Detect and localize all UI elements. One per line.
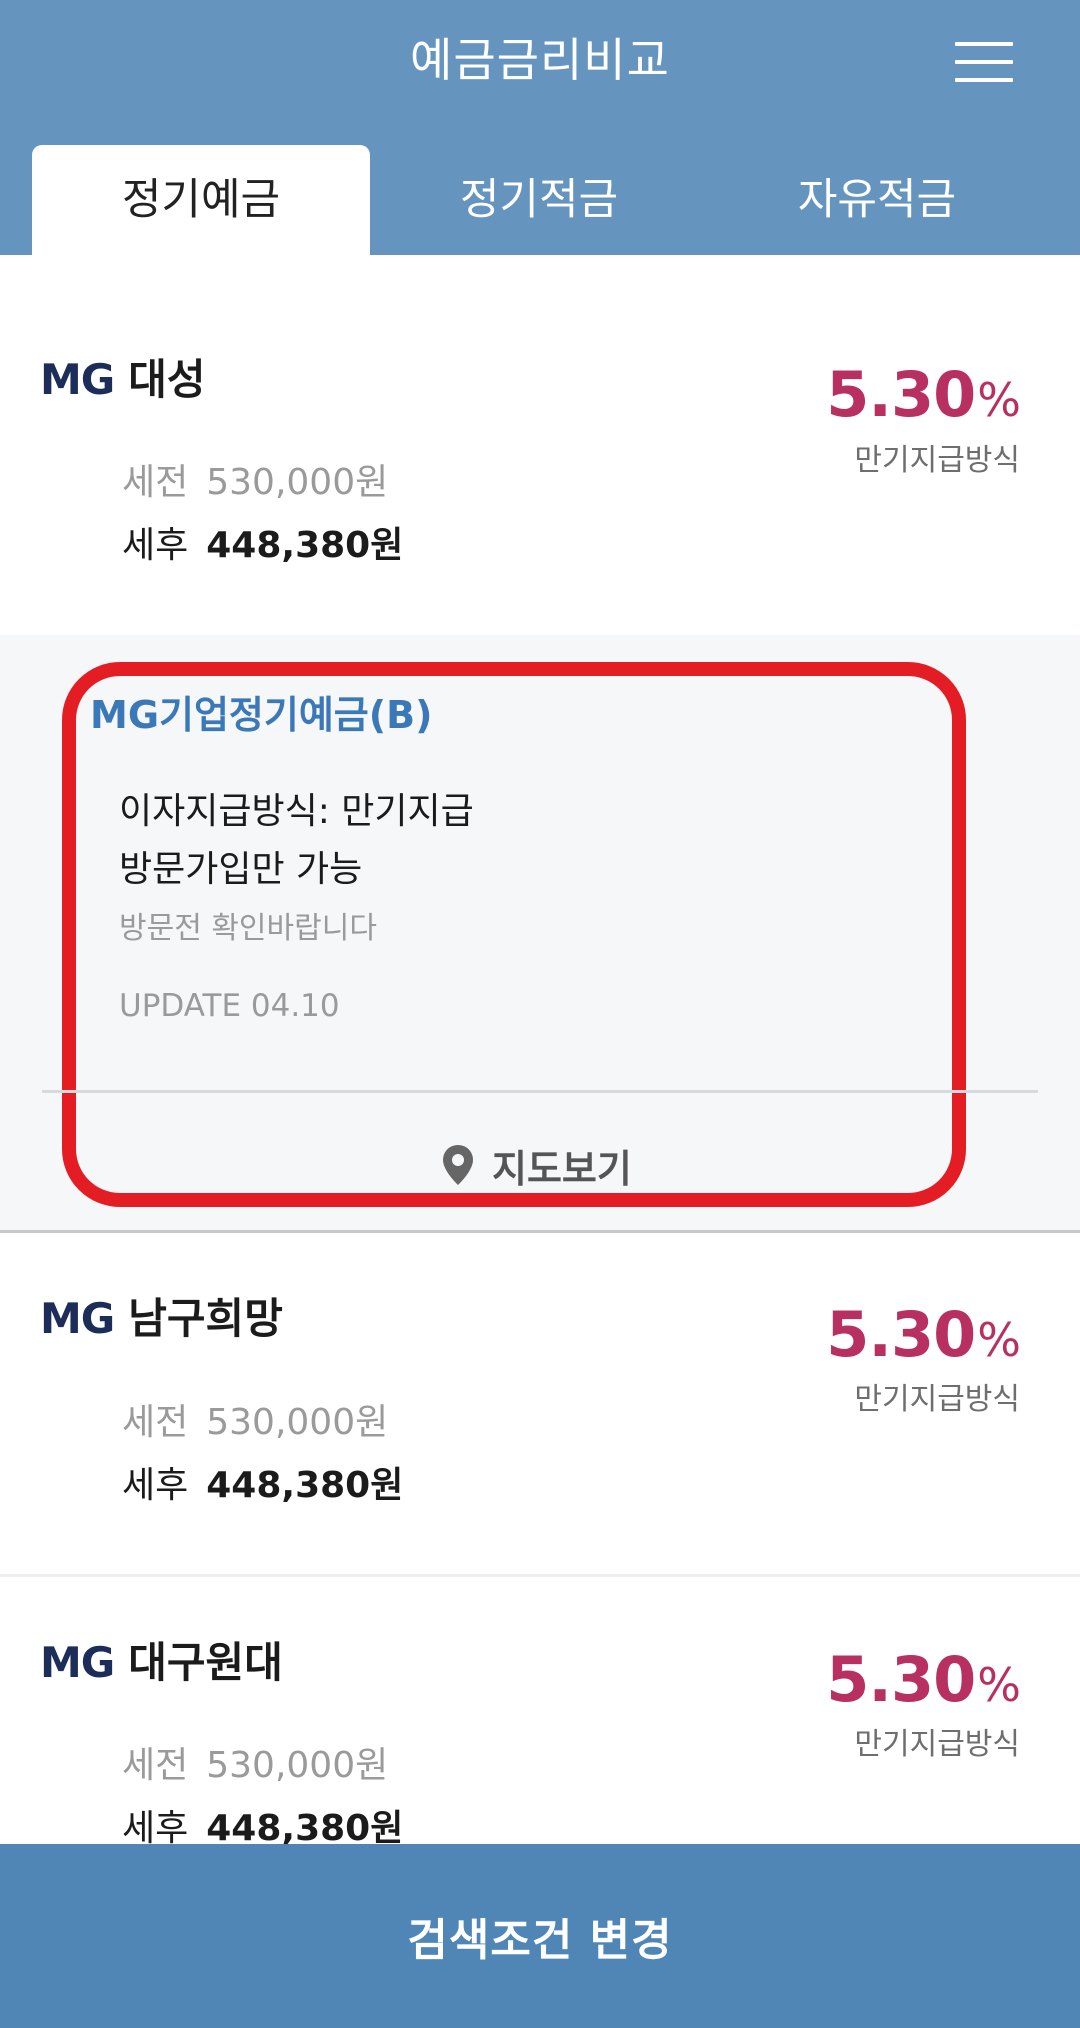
payment-method: 만기지급방식: [854, 1382, 1020, 1417]
before-tax-label: 세전: [122, 462, 189, 503]
join-note: 방문가입만 가능: [119, 849, 363, 890]
bank-name[interactable]: MG 남구희망: [40, 1291, 283, 1347]
payment-method-detail: 이자지급방식: 만기지급: [119, 791, 474, 832]
map-pin-icon: [443, 1145, 473, 1185]
interest-rate: 5.30%: [826, 1640, 1021, 1725]
payment-method: 만기지급방식: [854, 1727, 1020, 1762]
map-view-button[interactable]: 지도보기: [440, 1135, 632, 1195]
before-tax-value: 530,000원: [206, 1402, 389, 1443]
detail-divider: [42, 1090, 1038, 1093]
page-title: 예금금리비교: [410, 33, 670, 87]
bank-branch: 대성: [128, 355, 206, 404]
before-tax-row: 세전 530,000원: [122, 1741, 388, 1791]
interest-rate: 5.30%: [826, 355, 1021, 440]
after-tax-value: 448,380원: [206, 525, 404, 566]
product-name: MG기업정기예금(B): [90, 693, 433, 737]
update-date: UPDATE 04.10: [119, 988, 340, 1024]
before-tax-row: 세전 530,000원: [122, 458, 388, 508]
mg-logo: MG: [40, 1638, 115, 1687]
tab-free-savings[interactable]: 자유적금: [708, 145, 1046, 255]
bank-branch: 대구원대: [128, 1638, 283, 1687]
rate-value: 5.30: [826, 1298, 976, 1371]
mg-logo: MG: [40, 1294, 115, 1343]
rate-unit: %: [977, 1658, 1021, 1712]
hamburger-menu-icon[interactable]: [955, 38, 1013, 86]
item-divider: [0, 1574, 1080, 1577]
payment-method: 만기지급방식: [854, 443, 1020, 478]
after-tax-label: 세후: [122, 1465, 189, 1506]
product-detail-panel: MG기업정기예금(B) 이자지급방식: 만기지급 방문가입만 가능 방문전 확인…: [0, 635, 1080, 1233]
bank-branch: 남구희망: [128, 1294, 283, 1343]
after-tax-value: 448,380원: [206, 1808, 404, 1849]
map-view-label: 지도보기: [492, 1146, 632, 1191]
interest-rate: 5.30%: [826, 1295, 1021, 1380]
bank-name: MG 대성: [40, 352, 206, 408]
after-tax-row: 세후 448,380원: [122, 521, 403, 571]
mg-logo: MG: [40, 355, 115, 404]
rate-unit: %: [977, 373, 1021, 427]
change-search-button[interactable]: 검색조건 변경: [0, 1844, 1080, 2028]
before-tax-label: 세전: [122, 1402, 189, 1443]
rate-unit: %: [977, 1313, 1021, 1367]
bank-name[interactable]: MG 대구원대: [40, 1635, 283, 1691]
visit-note: 방문전 확인바랍니다: [119, 911, 377, 946]
rate-value: 5.30: [826, 1643, 976, 1716]
before-tax-row: 세전 530,000원: [122, 1398, 388, 1448]
after-tax-label: 세후: [122, 1808, 189, 1849]
rate-value: 5.30: [826, 358, 976, 431]
before-tax-label: 세전: [122, 1745, 189, 1786]
after-tax-row: 세후 448,380원: [122, 1461, 403, 1511]
before-tax-value: 530,000원: [206, 1745, 389, 1786]
after-tax-label: 세후: [122, 525, 189, 566]
after-tax-value: 448,380원: [206, 1465, 404, 1506]
app-screen: 예금금리비교 정기예금 정기적금 자유적금 MG 대성 세전 530,000원 세후…: [0, 0, 1080, 2028]
tab-installment-savings[interactable]: 정기적금: [370, 145, 708, 255]
change-search-label: 검색조건 변경: [407, 1915, 673, 1966]
tab-time-deposit[interactable]: 정기예금: [32, 145, 370, 255]
before-tax-value: 530,000원: [206, 462, 389, 503]
header: 예금금리비교 정기예금 정기적금 자유적금: [0, 0, 1080, 255]
